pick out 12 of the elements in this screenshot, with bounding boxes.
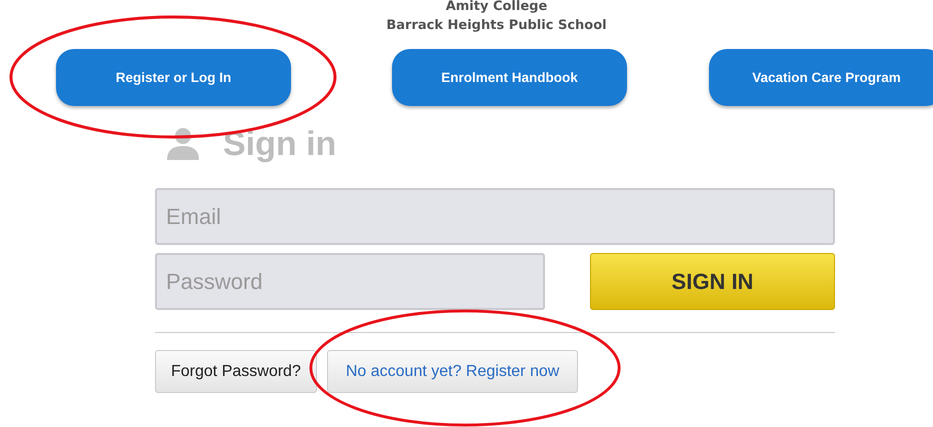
forgot-password-button[interactable]: Forgot Password? xyxy=(155,350,317,393)
email-field[interactable]: Email xyxy=(155,188,835,245)
nav-button[interactable]: Vacation Care Program xyxy=(709,49,933,106)
register-link-button[interactable]: No account yet? Register now xyxy=(326,350,578,393)
nav-button[interactable]: Enrolment Handbook xyxy=(392,49,627,106)
sign-in-heading: Sign in xyxy=(223,124,336,164)
user-icon xyxy=(165,126,201,162)
school-name: Amity College xyxy=(444,0,548,16)
sign-in-button[interactable]: SIGN IN xyxy=(590,253,835,310)
nav-button[interactable]: Register or Log In xyxy=(56,49,291,106)
password-field[interactable]: Password xyxy=(155,253,545,310)
school-name: Barrack Heights Public School xyxy=(385,17,608,35)
